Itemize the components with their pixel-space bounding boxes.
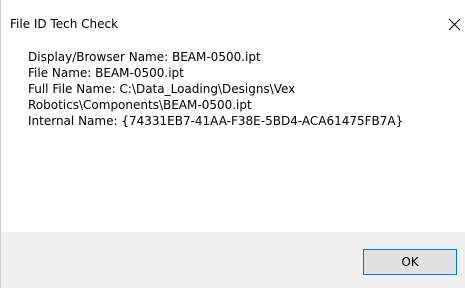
- close-icon: [448, 18, 461, 31]
- file-name-line: File Name: BEAM-0500.ipt: [28, 66, 184, 80]
- title-bar: File ID Tech Check: [1, 0, 465, 40]
- internal-name-line: Internal Name: {74331EB7-41AA-F38E-5BD4-…: [28, 114, 404, 128]
- file-info-message: Display/Browser Name: BEAM-0500.ipt File…: [28, 49, 403, 129]
- file-id-dialog: File ID Tech Check Display/Browser Name:…: [0, 0, 465, 288]
- full-file-name-continued-line: Robotics\Components\BEAM-0500.ipt: [28, 98, 252, 112]
- full-file-name-line: Full File Name: C:\Data_Loading\Designs\…: [28, 82, 296, 96]
- display-name-line: Display/Browser Name: BEAM-0500.ipt: [28, 50, 261, 64]
- ok-button[interactable]: OK: [363, 249, 457, 275]
- close-button[interactable]: [444, 12, 465, 36]
- dialog-title: File ID Tech Check: [10, 17, 119, 31]
